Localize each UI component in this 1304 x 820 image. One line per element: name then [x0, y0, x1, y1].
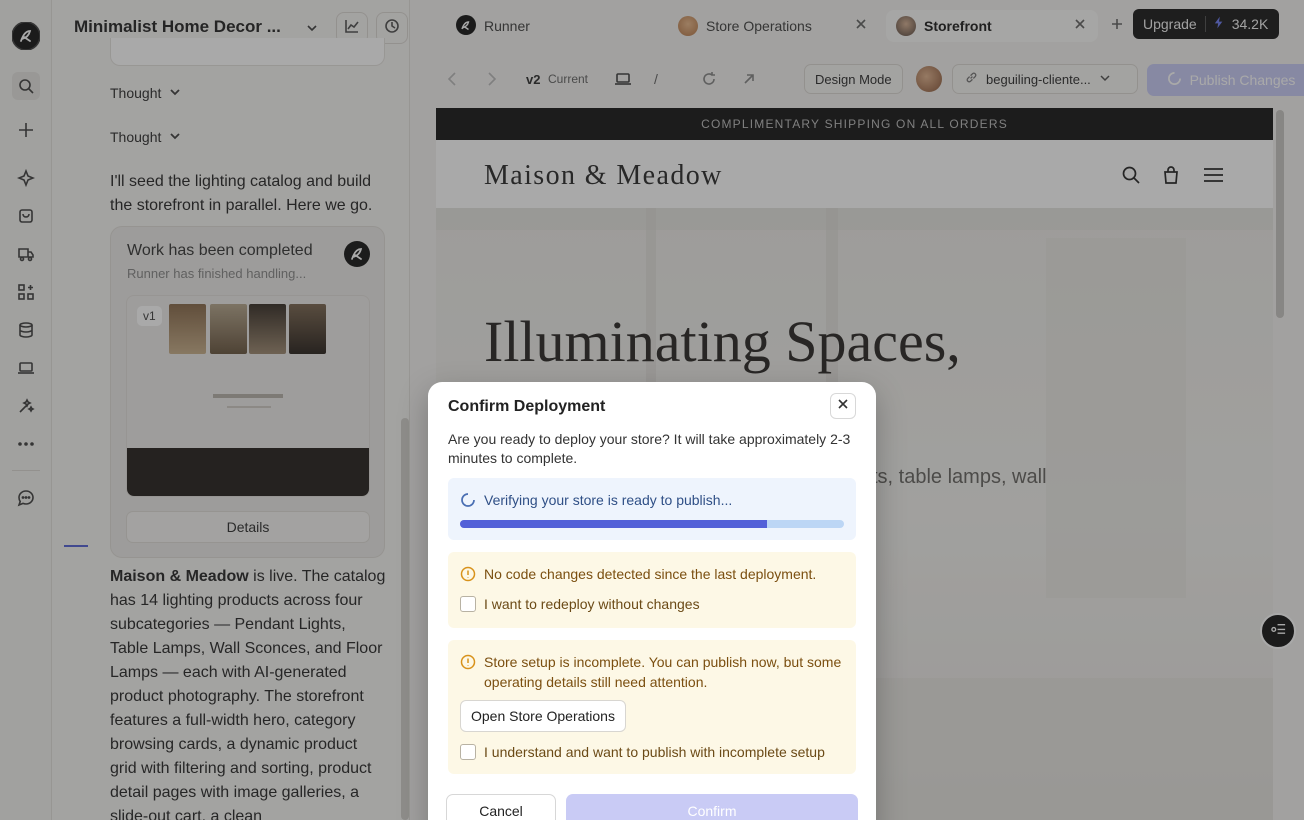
cancel-button[interactable]: Cancel — [446, 794, 556, 820]
close-icon — [836, 397, 850, 416]
redeploy-checkbox[interactable] — [460, 596, 476, 612]
close-button[interactable] — [830, 393, 856, 419]
warning-text: No code changes detected since the last … — [484, 566, 817, 582]
verification-text: Verifying your store is ready to publish… — [484, 492, 733, 508]
confirm-button[interactable]: Confirm — [566, 794, 858, 820]
dialog-description: Are you ready to deploy your store? It w… — [448, 431, 851, 466]
confirm-deployment-dialog: Confirm Deployment Are you ready to depl… — [428, 382, 876, 820]
warning-icon — [460, 566, 476, 582]
warning-icon — [460, 654, 476, 670]
progress-bar — [460, 520, 844, 528]
verification-status: Verifying your store is ready to publish… — [448, 478, 856, 540]
checkbox-label[interactable]: I want to redeploy without changes — [484, 596, 700, 612]
no-changes-warning: No code changes detected since the last … — [448, 552, 856, 628]
progress-fill — [460, 520, 768, 528]
checkbox-label[interactable]: I understand and want to publish with in… — [484, 744, 825, 760]
incomplete-setup-warning: Store setup is incomplete. You can publi… — [448, 640, 856, 774]
incomplete-setup-checkbox[interactable] — [460, 744, 476, 760]
open-store-operations-button[interactable]: Open Store Operations — [460, 700, 626, 732]
warning-text: Store setup is incomplete. You can publi… — [484, 654, 842, 690]
dialog-title: Confirm Deployment — [448, 398, 606, 415]
spinner-icon — [460, 492, 476, 508]
